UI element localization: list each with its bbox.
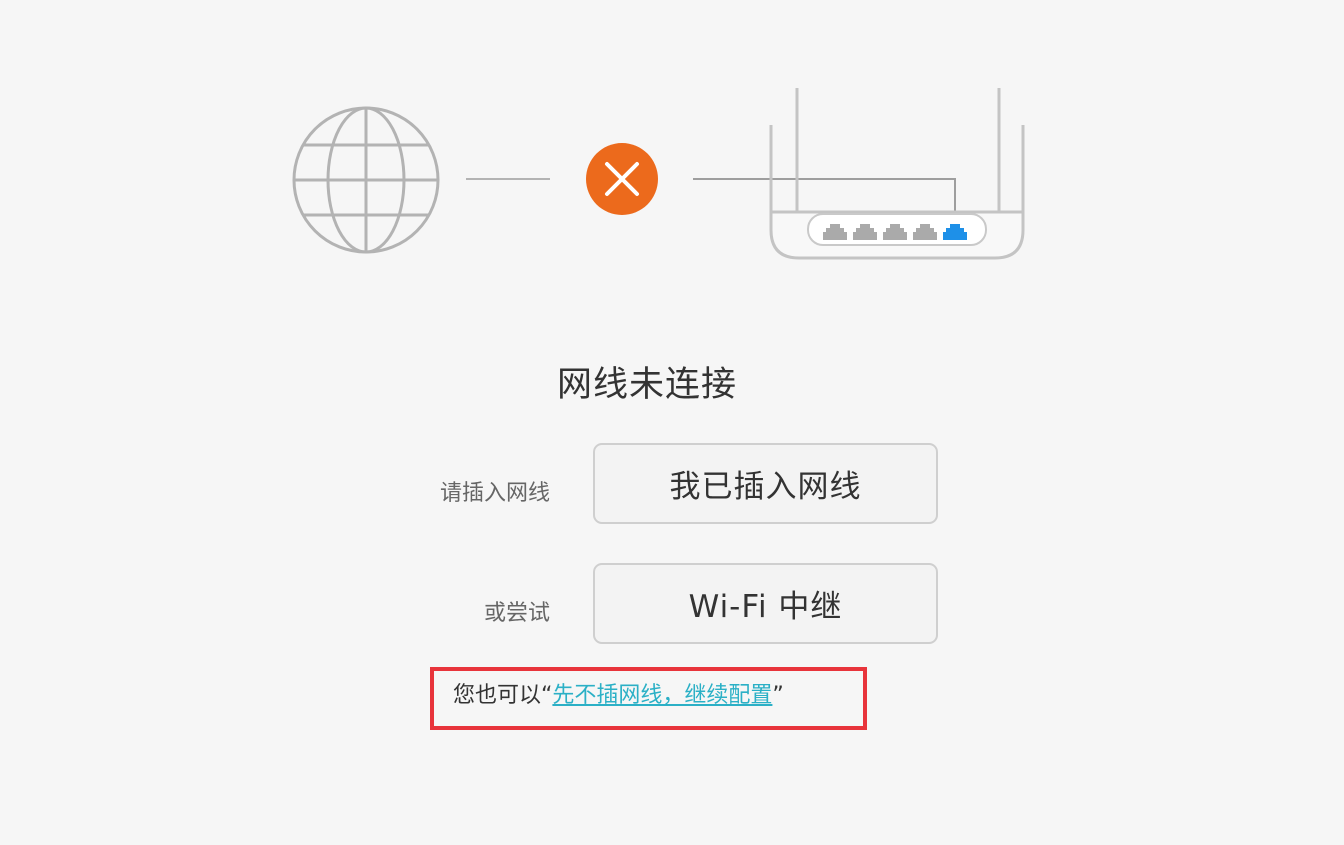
router-icon [769, 88, 1025, 260]
connection-diagram [292, 88, 1025, 260]
network-setup-page: 网线未连接 请插入网线 我已插入网线 或尝试 Wi-Fi 中继 您也可以“先不插… [0, 0, 1344, 845]
cable-plugged-button[interactable]: 我已插入网线 [593, 443, 938, 524]
wifi-repeater-button[interactable]: Wi-Fi 中继 [593, 563, 938, 644]
hint-suffix: ” [772, 683, 784, 708]
error-x-icon [586, 143, 658, 215]
skip-cable-continue-link[interactable]: 先不插网线，继续配置 [552, 683, 772, 708]
hint-prefix: 您也可以“ [453, 683, 553, 708]
or-try-label: 或尝试 [483, 601, 550, 626]
page-title: 网线未连接 [556, 365, 737, 405]
skip-cable-hint: 您也可以“先不插网线，继续配置” [453, 681, 784, 711]
plug-cable-label: 请插入网线 [439, 481, 550, 506]
globe-icon [292, 106, 440, 254]
